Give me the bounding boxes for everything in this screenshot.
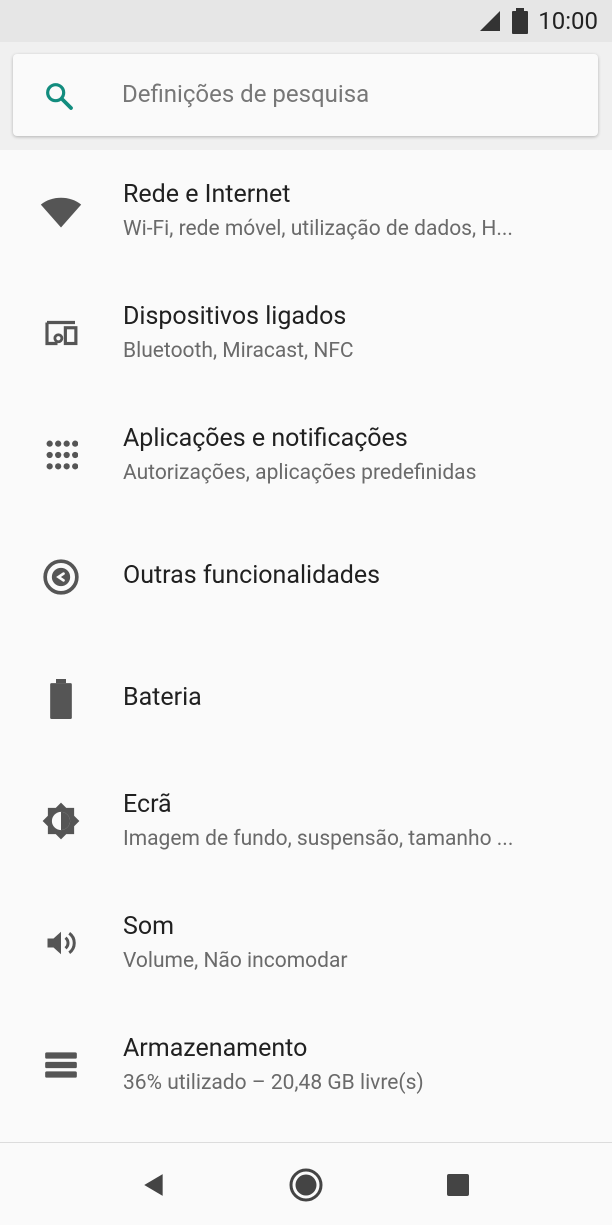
status-time: 10:00	[538, 7, 598, 35]
settings-item-title: Ecrã	[123, 790, 172, 819]
settings-item-title: Outras funcionalidades	[123, 561, 381, 590]
battery-icon	[36, 674, 86, 724]
wifi-icon	[36, 186, 86, 236]
settings-item-network[interactable]: Rede e Internet Wi-Fi, rede móvel, utili…	[0, 150, 612, 272]
more-features-icon	[36, 552, 86, 602]
status-icons: 10:00	[478, 6, 598, 36]
storage-icon	[36, 1040, 86, 1090]
settings-item-title: Aplicações e notificações	[123, 424, 408, 453]
battery-icon	[512, 8, 529, 34]
settings-list: Rede e Internet Wi-Fi, rede móvel, utili…	[0, 150, 612, 1142]
navigation-bar	[0, 1142, 612, 1225]
home-button[interactable]	[286, 1165, 326, 1205]
status-bar: 10:00	[0, 0, 612, 42]
brightness-icon	[36, 796, 86, 846]
settings-item-title: Armazenamento	[123, 1034, 308, 1063]
recents-icon	[447, 1174, 469, 1196]
volume-icon	[36, 918, 86, 968]
settings-item-sound[interactable]: Som Volume, Não incomodar	[0, 882, 612, 1004]
settings-item-battery[interactable]: Bateria	[0, 638, 612, 760]
search-icon	[46, 83, 73, 110]
settings-item-storage[interactable]: Armazenamento 36% utilizado – 20,48 GB l…	[0, 1004, 612, 1126]
settings-item-connected-devices[interactable]: Dispositivos ligados Bluetooth, Miracast…	[0, 272, 612, 394]
settings-item-subtitle: Imagem de fundo, suspensão, tamanho ...	[123, 827, 514, 851]
settings-item-subtitle: Volume, Não incomodar	[123, 949, 348, 973]
settings-item-title: Dispositivos ligados	[123, 302, 347, 331]
settings-item-title: Rede e Internet	[123, 180, 291, 209]
settings-item-subtitle: 36% utilizado – 20,48 GB livre(s)	[123, 1071, 424, 1095]
search-area: Definições de pesquisa	[0, 42, 612, 150]
recents-button[interactable]	[438, 1165, 478, 1205]
signal-icon	[480, 11, 501, 31]
settings-item-title: Som	[123, 912, 175, 941]
settings-item-apps[interactable]: Aplicações e notificações Autorizações, …	[0, 394, 612, 516]
settings-item-title: Bateria	[123, 683, 202, 712]
apps-grid-icon	[36, 430, 86, 480]
connected-devices-icon	[36, 308, 86, 358]
settings-item-more-features[interactable]: Outras funcionalidades	[0, 516, 612, 638]
settings-item-display[interactable]: Ecrã Imagem de fundo, suspensão, tamanho…	[0, 760, 612, 882]
back-icon	[144, 1174, 163, 1196]
settings-item-subtitle: Autorizações, aplicações predefinidas	[123, 461, 477, 485]
back-button[interactable]	[134, 1165, 174, 1205]
settings-item-subtitle: Bluetooth, Miracast, NFC	[123, 339, 354, 363]
search-input[interactable]: Definições de pesquisa	[122, 80, 369, 108]
search-bar[interactable]: Definições de pesquisa	[13, 54, 598, 136]
home-icon	[289, 1168, 323, 1202]
settings-item-subtitle: Wi-Fi, rede móvel, utilização de dados, …	[123, 217, 513, 241]
